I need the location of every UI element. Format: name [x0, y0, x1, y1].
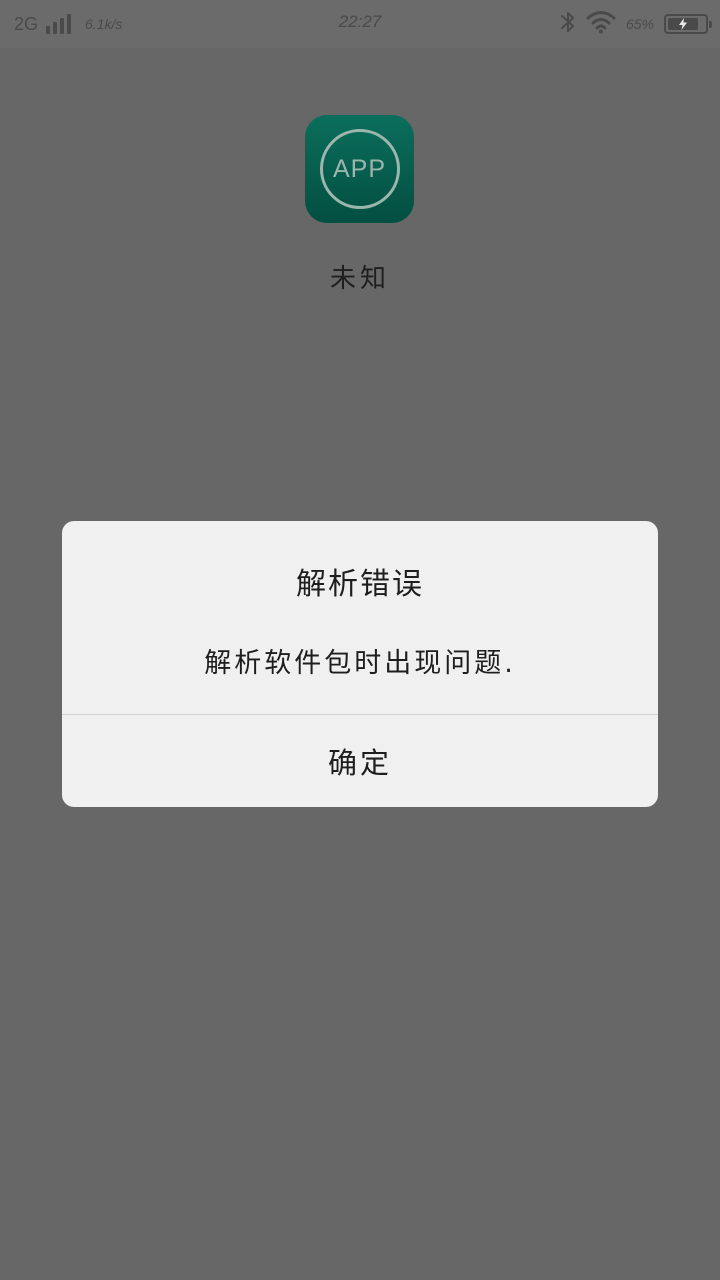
- app-name: 未知: [329, 264, 390, 294]
- status-bar-right: 65%: [560, 9, 712, 39]
- battery-level: [668, 18, 698, 30]
- app-icon-label: APP: [332, 154, 387, 183]
- confirm-button[interactable]: 确定: [62, 715, 658, 807]
- status-bar: 2G 6.1k/s 22:27 65%: [0, 0, 720, 48]
- battery-percent: 65%: [625, 16, 654, 32]
- error-dialog: 解析错误 解析软件包时出现问题. 确定: [62, 521, 658, 807]
- app-icon: APP: [305, 115, 414, 223]
- bluetooth-icon: [560, 9, 576, 39]
- app-icon-ring: APP: [319, 129, 400, 209]
- dialog-message: 解析软件包时出现问题.: [204, 648, 516, 679]
- dialog-title: 解析错误: [296, 567, 424, 602]
- charging-bolt-icon: [679, 18, 687, 30]
- battery-icon: [664, 14, 712, 34]
- wifi-icon: [586, 10, 616, 38]
